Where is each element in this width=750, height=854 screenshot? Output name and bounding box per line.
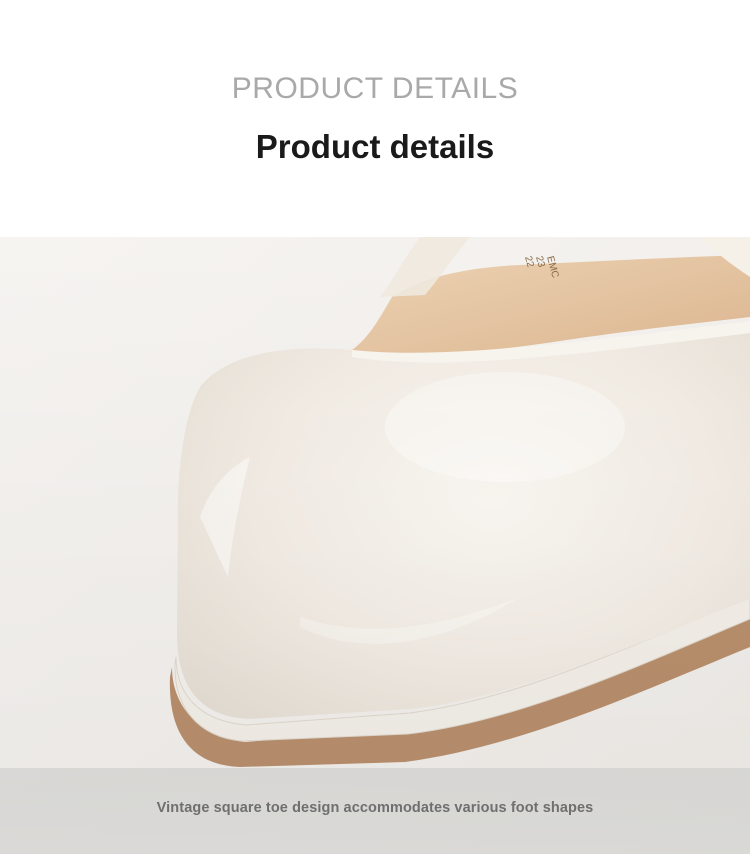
- product-photo: 22 23 EMC: [0, 237, 750, 854]
- photo-caption: Vintage square toe design accommodates v…: [156, 800, 594, 816]
- section-title: Product details: [255, 128, 495, 165]
- caption-band: Vintage square toe design accommodates v…: [0, 768, 750, 854]
- section-eyebrow: PRODUCT DETAILS: [231, 72, 519, 105]
- shoe-toe-illustration: 22 23 EMC: [0, 237, 750, 854]
- section-header: PRODUCT DETAILS Product details: [0, 0, 750, 237]
- product-detail-page: PRODUCT DETAILS Product details 22 23 EM…: [0, 0, 750, 854]
